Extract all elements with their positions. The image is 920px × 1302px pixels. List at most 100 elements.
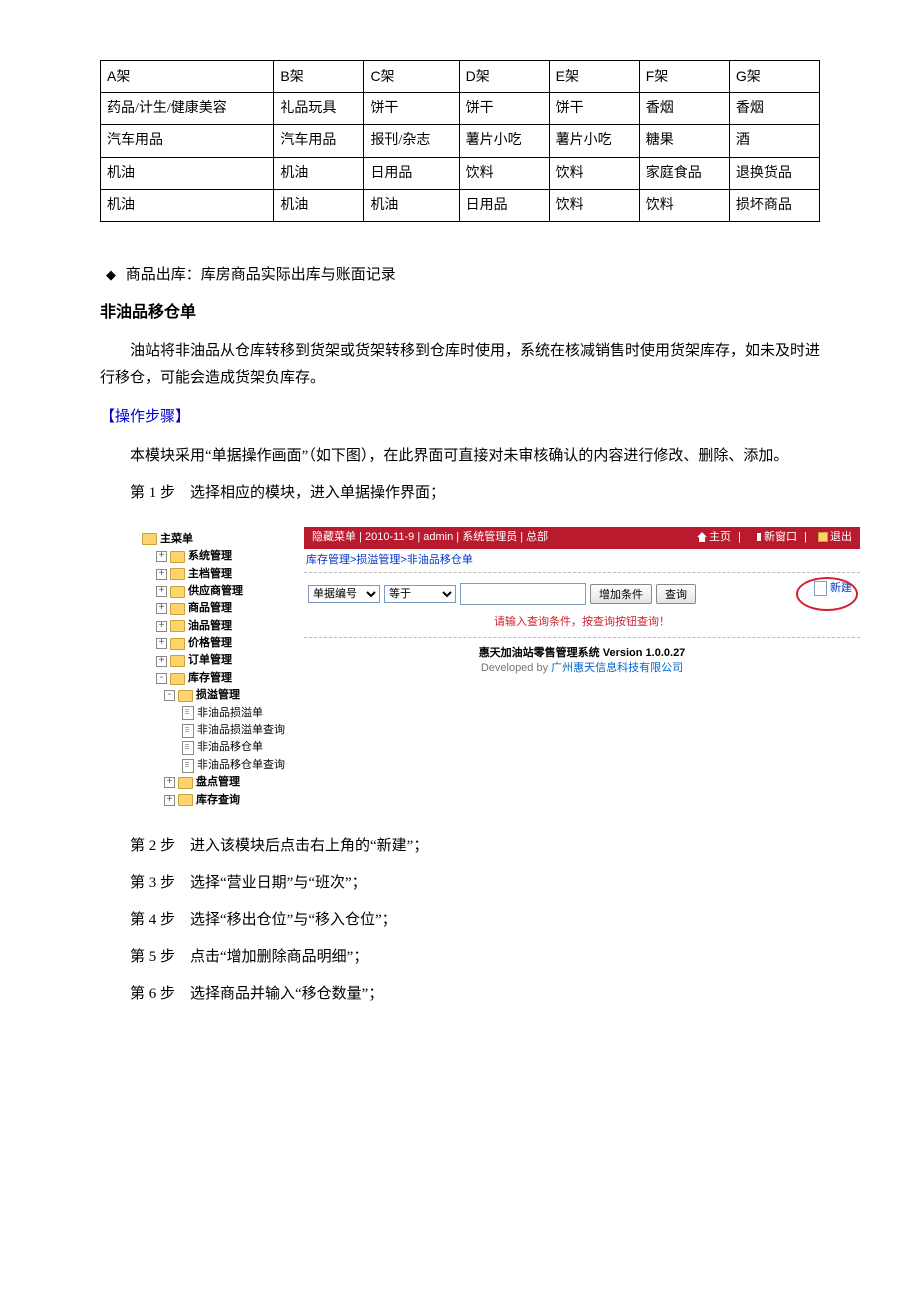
shelf-cell: 饮料	[639, 189, 729, 221]
tree-leaf[interactable]: 非油品移仓单	[142, 739, 302, 756]
shelf-cell: 机油	[274, 189, 364, 221]
tree-item[interactable]: +主档管理	[142, 566, 302, 583]
page-icon	[182, 741, 194, 755]
separator: |	[738, 531, 741, 543]
shelf-cell: 饼干	[364, 93, 459, 125]
page-icon	[182, 706, 194, 720]
tree-leaf[interactable]: 非油品损溢单查询	[142, 722, 302, 739]
tree-item[interactable]: +商品管理	[142, 600, 302, 617]
shelf-cell: 损坏商品	[729, 189, 819, 221]
shelf-header: G架	[729, 61, 819, 93]
home-link[interactable]: 主页	[697, 531, 731, 543]
expand-icon[interactable]: +	[156, 551, 167, 562]
tree-inventory[interactable]: - 库存管理	[142, 670, 302, 687]
shelf-row: 汽车用品汽车用品报刊/杂志薯片小吃薯片小吃糖果酒	[101, 125, 820, 157]
topbar-actions: 主页 | 新窗口 | 退出	[693, 530, 852, 545]
system-name: 惠天加油站零售管理系统	[479, 647, 600, 659]
tree-item[interactable]: + 系统管理	[142, 548, 302, 565]
page-icon	[182, 759, 194, 773]
add-condition-button[interactable]: 增加条件	[590, 584, 652, 604]
topbar-info: 隐藏菜单 | 2010-11-9 | admin | 系统管理员 | 总部	[312, 530, 548, 545]
expand-icon[interactable]: +	[156, 603, 167, 614]
collapse-icon[interactable]: -	[164, 690, 175, 701]
tree-item-label: 系统管理	[188, 549, 232, 564]
expand-icon[interactable]: +	[156, 656, 167, 667]
shelf-cell: 薯片小吃	[549, 125, 639, 157]
new-window-link[interactable]: 新窗口	[752, 531, 797, 543]
module-description: 本模块采用“单据操作画面”（如下图），在此界面可直接对未审核确认的内容进行修改、…	[100, 443, 820, 470]
shelf-row: 药品/计生/健康美容礼品玩具饼干饼干饼干香烟香烟	[101, 93, 820, 125]
bullet-outbound: ◆ 商品出库：库房商品实际出库与账面记录	[106, 262, 820, 289]
tree-root[interactable]: 主菜单	[142, 531, 302, 548]
query-field-select[interactable]: 单据编号	[308, 585, 380, 603]
logout-link[interactable]: 退出	[818, 531, 852, 543]
expand-icon[interactable]: +	[156, 638, 167, 649]
folder-icon	[170, 638, 185, 650]
app-screenshot: 主菜单 +系统管理+主档管理+供应商管理+商品管理+油品管理+价格管理+订单管理…	[140, 527, 860, 813]
bullet-outbound-text: 商品出库：库房商品实际出库与账面记录	[126, 267, 396, 283]
tree-lossgain[interactable]: - 损溢管理	[142, 687, 302, 704]
page-icon	[182, 724, 194, 738]
shelf-cell: 退换货品	[729, 157, 819, 189]
tree-item-label: 油品管理	[188, 619, 232, 634]
tree-item[interactable]: +库存查询	[142, 792, 302, 809]
search-button[interactable]: 查询	[656, 584, 696, 604]
collapse-icon[interactable]: -	[156, 673, 167, 684]
separator: |	[804, 531, 807, 543]
shelf-table: A架B架C架D架E架F架G架 药品/计生/健康美容礼品玩具饼干饼干饼干香烟香烟汽…	[100, 60, 820, 222]
tree-item-label: 订单管理	[188, 653, 232, 668]
tree-leaf-label: 非油品移仓单	[197, 740, 263, 755]
shelf-cell: 酒	[729, 125, 819, 157]
window-icon	[752, 532, 762, 542]
shelf-cell: 机油	[274, 157, 364, 189]
shelf-cell: 糖果	[639, 125, 729, 157]
shelf-cell: 饼干	[549, 93, 639, 125]
folder-icon	[142, 533, 157, 545]
tree-item[interactable]: + 订单管理	[142, 652, 302, 669]
query-value-input[interactable]	[460, 583, 586, 605]
step-3: 第 3 步 选择“营业日期”与“班次”；	[100, 870, 820, 897]
diamond-icon: ◆	[106, 267, 116, 282]
folder-icon	[170, 551, 185, 563]
folder-icon	[170, 620, 185, 632]
tree-leaf-label: 非油品移仓单查询	[197, 758, 285, 773]
shelf-header: A架	[101, 61, 274, 93]
shelf-cell: 薯片小吃	[459, 125, 549, 157]
tree-item[interactable]: + 油品管理	[142, 618, 302, 635]
folder-icon	[170, 586, 185, 598]
step-6: 第 6 步 选择商品并输入“移仓数量”；	[100, 981, 820, 1008]
shelf-row: 机油机油机油日用品饮料饮料损坏商品	[101, 189, 820, 221]
expand-icon[interactable]: +	[156, 586, 167, 597]
new-record-link[interactable]: 新建	[814, 581, 852, 596]
home-link-label: 主页	[709, 531, 731, 543]
shelf-cell: 家庭食品	[639, 157, 729, 189]
tree-item[interactable]: +供应商管理	[142, 583, 302, 600]
system-footer: 惠天加油站零售管理系统 Version 1.0.0.27 Developed b…	[304, 638, 860, 707]
shelf-cell: 日用品	[364, 157, 459, 189]
tree-item[interactable]: +盘点管理	[142, 774, 302, 791]
expand-icon[interactable]: +	[156, 621, 167, 632]
expand-icon[interactable]: +	[156, 569, 167, 580]
folder-icon	[178, 690, 193, 702]
section-title: 非油品移仓单	[100, 299, 820, 328]
tree-leaf[interactable]: 非油品移仓单查询	[142, 757, 302, 774]
query-op-select[interactable]: 等于	[384, 585, 456, 603]
new-record-label: 新建	[830, 581, 852, 596]
shelf-cell: 汽车用品	[101, 125, 274, 157]
tree-leaf-label: 非油品损溢单查询	[197, 723, 285, 738]
logout-label: 退出	[830, 531, 852, 543]
shelf-header: D架	[459, 61, 549, 93]
expand-icon[interactable]: +	[164, 795, 175, 806]
tree-leaf[interactable]: 非油品损溢单	[142, 705, 302, 722]
system-version: Version 1.0.0.27	[603, 647, 686, 659]
folder-icon	[170, 673, 185, 685]
expand-icon[interactable]: +	[164, 777, 175, 788]
shelf-cell: 日用品	[459, 189, 549, 221]
tree-lossgain-label: 损溢管理	[196, 688, 240, 703]
shelf-cell: 汽车用品	[274, 125, 364, 157]
folder-icon	[170, 568, 185, 580]
new-window-label: 新窗口	[764, 531, 797, 543]
company-link[interactable]: 广州惠天信息科技有限公司	[551, 662, 683, 674]
home-icon	[697, 532, 707, 542]
tree-item[interactable]: +价格管理	[142, 635, 302, 652]
